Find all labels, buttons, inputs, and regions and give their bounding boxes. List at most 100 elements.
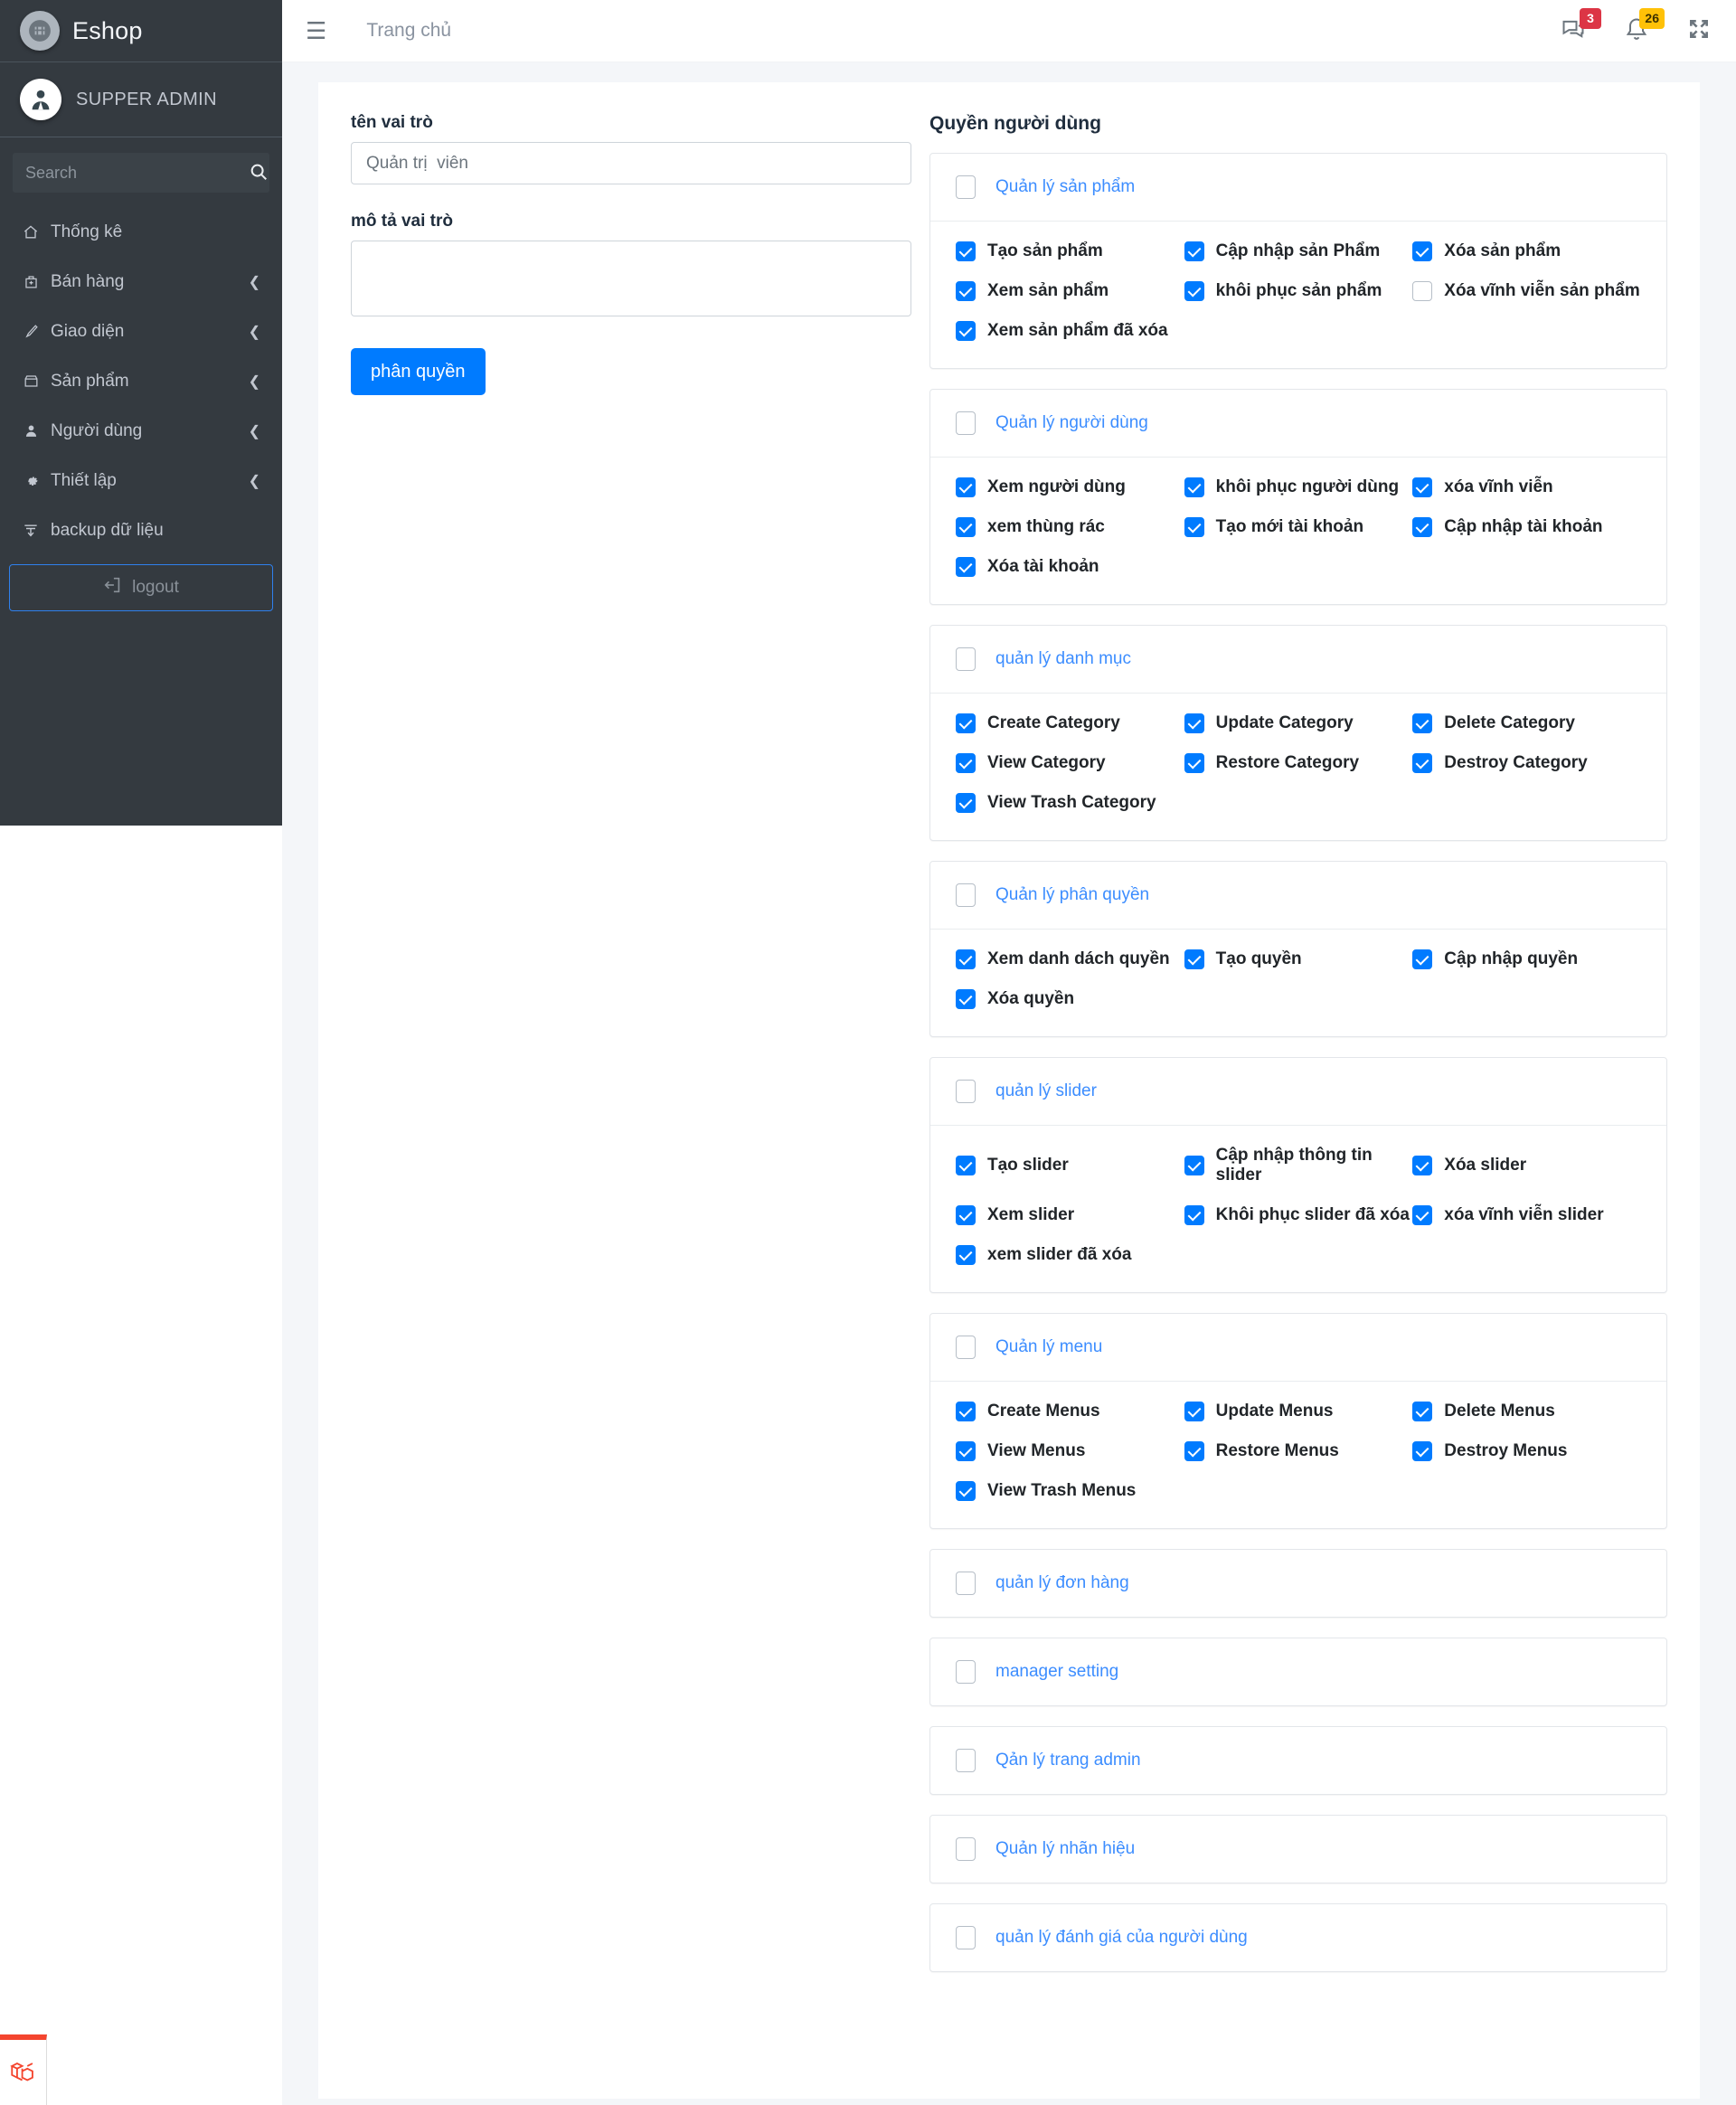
permission-item[interactable]: Xem slider [956,1205,1184,1225]
permission-checkbox[interactable] [1412,949,1433,969]
permission-item[interactable]: Destroy Menus [1412,1441,1641,1461]
chevron-left-icon[interactable]: ❮ [249,422,260,440]
role-name-input[interactable] [351,142,911,184]
permission-checkbox[interactable] [956,753,976,773]
permission-item[interactable]: View Trash Menus [956,1481,1184,1501]
chevron-left-icon[interactable]: ❮ [249,472,260,490]
permission-item[interactable]: xóa vĩnh viễn slider [1412,1205,1641,1225]
permission-item[interactable]: khôi phục sản phẩm [1184,281,1413,301]
permission-checkbox[interactable] [1184,1402,1204,1421]
permission-checkbox[interactable] [1184,1441,1204,1461]
permission-item[interactable]: Tạo slider [956,1146,1184,1185]
permission-checkbox[interactable] [956,1245,976,1265]
permission-checkbox[interactable] [1412,477,1433,497]
permission-item[interactable]: View Category [956,753,1184,773]
permission-item[interactable]: Tạo quyền [1184,949,1413,969]
permission-checkbox[interactable] [1412,1205,1433,1225]
search-input[interactable] [13,153,248,193]
permission-checkbox[interactable] [956,1481,976,1501]
permission-checkbox[interactable] [1412,1441,1433,1461]
permission-checkbox[interactable] [956,241,976,261]
permission-item[interactable]: Tạo sản phẩm [956,241,1184,261]
permission-group-header[interactable]: quản lý slider [930,1058,1666,1126]
group-checkbox[interactable] [956,1660,976,1684]
permission-group-header[interactable]: Qản lý trang admin [930,1727,1666,1794]
permission-group-header[interactable]: Quản lý sản phẩm [930,154,1666,222]
permission-checkbox[interactable] [1184,1205,1204,1225]
permission-checkbox[interactable] [1184,713,1204,733]
fullscreen-button[interactable] [1687,17,1711,45]
permission-group-header[interactable]: Quản lý người dùng [930,390,1666,458]
group-checkbox[interactable] [956,1926,976,1949]
permission-checkbox[interactable] [956,793,976,813]
permission-item[interactable]: Xóa slider [1412,1146,1641,1185]
group-checkbox[interactable] [956,1572,976,1595]
sidebar-item-0[interactable]: Thống kê [0,207,282,257]
permission-checkbox[interactable] [1412,1156,1433,1175]
group-checkbox[interactable] [956,1837,976,1861]
permission-group-label[interactable]: Qản lý trang admin [995,1751,1141,1770]
permission-item[interactable]: khôi phục người dùng [1184,477,1413,497]
breadcrumb-home[interactable]: Trang chủ [366,20,451,42]
permission-item[interactable]: Xem sản phẩm [956,281,1184,301]
permission-checkbox[interactable] [1184,753,1204,773]
permission-group-label[interactable]: quản lý danh mục [995,649,1131,669]
permission-item[interactable]: Create Menus [956,1402,1184,1421]
permission-item[interactable]: Cập nhập thông tin slider [1184,1146,1413,1185]
permission-item[interactable]: Cập nhập tài khoản [1412,517,1641,537]
sidebar-item-6[interactable]: backup dữ liệu [0,505,282,555]
role-description-textarea[interactable] [351,241,911,316]
logout-button[interactable]: logout [9,564,273,611]
permission-item[interactable]: Tạo mới tài khoản [1184,517,1413,537]
permission-group-label[interactable]: Quản lý phân quyền [995,885,1149,905]
sidebar-item-4[interactable]: Người dùng ❮ [0,406,282,456]
permission-group-header[interactable]: quản lý đơn hàng [930,1550,1666,1617]
permission-group-label[interactable]: Quản lý sản phẩm [995,177,1135,197]
permission-item[interactable]: Restore Menus [1184,1441,1413,1461]
permission-item[interactable]: Xem danh dách quyền [956,949,1184,969]
permission-item[interactable]: Cập nhập sản Phẩm [1184,241,1413,261]
permission-group-label[interactable]: Quản lý nhãn hiệu [995,1839,1135,1859]
permission-item[interactable]: xem slider đã xóa [956,1245,1184,1265]
permission-item[interactable]: Xóa sản phẩm [1412,241,1641,261]
permission-checkbox[interactable] [1184,241,1204,261]
permission-checkbox[interactable] [1184,281,1204,301]
permission-group-label[interactable]: manager setting [995,1662,1118,1682]
permission-item[interactable]: Update Category [1184,713,1413,733]
permission-checkbox[interactable] [1412,281,1433,301]
permission-item[interactable]: Khôi phục slider đã xóa [1184,1205,1413,1225]
permission-checkbox[interactable] [1412,241,1433,261]
group-checkbox[interactable] [956,883,976,907]
chevron-left-icon[interactable]: ❮ [249,273,260,291]
notifications-button[interactable]: 26 [1624,7,1665,46]
permission-item[interactable]: Restore Category [1184,753,1413,773]
permission-checkbox[interactable] [956,713,976,733]
permission-checkbox[interactable] [1184,477,1204,497]
permission-item[interactable]: Update Menus [1184,1402,1413,1421]
permission-checkbox[interactable] [956,321,976,341]
permission-group-header[interactable]: Quản lý nhãn hiệu [930,1816,1666,1883]
permission-checkbox[interactable] [956,1441,976,1461]
permission-checkbox[interactable] [1412,753,1433,773]
permission-checkbox[interactable] [956,1402,976,1421]
permission-group-header[interactable]: quản lý đánh giá của người dùng [930,1904,1666,1971]
permission-checkbox[interactable] [1412,517,1433,537]
permission-item[interactable]: Xóa vĩnh viễn sản phẩm [1412,281,1641,301]
permission-item[interactable]: xem thùng rác [956,517,1184,537]
sidebar-item-3[interactable]: Sản phẩm ❮ [0,356,282,406]
permission-checkbox[interactable] [1184,517,1204,537]
permission-checkbox[interactable] [1184,949,1204,969]
chevron-left-icon[interactable]: ❮ [249,373,260,391]
group-checkbox[interactable] [956,647,976,671]
permission-checkbox[interactable] [1412,713,1433,733]
permission-checkbox[interactable] [956,1205,976,1225]
permission-item[interactable]: Xem người dùng [956,477,1184,497]
permission-item[interactable]: Cập nhập quyền [1412,949,1641,969]
permission-item[interactable]: Xóa tài khoản [956,557,1184,577]
permission-item[interactable]: View Trash Category [956,793,1184,813]
permission-item[interactable]: Delete Menus [1412,1402,1641,1421]
permission-group-label[interactable]: quản lý đơn hàng [995,1573,1129,1593]
sidebar-item-1[interactable]: Bán hàng ❮ [0,257,282,307]
permission-checkbox[interactable] [956,989,976,1009]
permission-item[interactable]: xóa vĩnh viễn [1412,477,1641,497]
